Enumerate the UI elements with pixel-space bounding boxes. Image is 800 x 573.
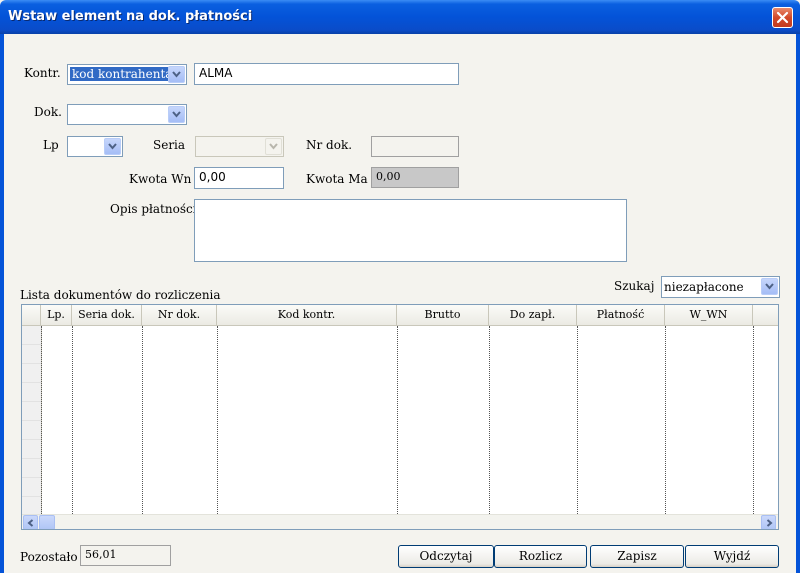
- column-divider: [577, 326, 578, 516]
- chevron-down-icon: [108, 143, 117, 150]
- window-title: Wstaw element na dok. płatności: [8, 9, 253, 24]
- column-header-w[interactable]: W: [753, 305, 778, 326]
- chevron-down-icon: [172, 71, 181, 78]
- seria-select: [195, 136, 284, 157]
- kontr-code-input[interactable]: ALMA: [194, 63, 459, 85]
- close-button[interactable]: [772, 7, 793, 28]
- column-divider: [142, 326, 143, 516]
- column-header-platnosc[interactable]: Płatność: [577, 305, 665, 326]
- rozlicz-button[interactable]: Rozlicz: [494, 545, 587, 568]
- lp-select[interactable]: [67, 136, 123, 157]
- row-indicator-header: [22, 305, 41, 326]
- horizontal-scrollbar[interactable]: [22, 514, 778, 529]
- scroll-left-button[interactable]: [23, 515, 38, 529]
- kontr-type-dropdown-button[interactable]: [168, 66, 185, 83]
- dok-label: Dok.: [34, 105, 62, 119]
- column-header-seria[interactable]: Seria dok.: [72, 305, 142, 326]
- column-divider: [217, 326, 218, 516]
- lp-label: Lp: [43, 138, 59, 152]
- column-divider: [753, 326, 754, 516]
- opis-label: Opis płatności: [110, 202, 197, 216]
- window-frame-left: [0, 34, 4, 573]
- search-label: Szukaj: [614, 279, 655, 293]
- kwota-wn-label: Kwota Wn: [129, 172, 192, 186]
- wyjdz-button[interactable]: Wyjdź: [685, 545, 779, 568]
- row-indicator-column: [22, 326, 42, 516]
- column-header-do-zapl[interactable]: Do zapł.: [489, 305, 577, 326]
- arrow-left-icon: [27, 519, 34, 527]
- seria-label: Seria: [153, 138, 186, 152]
- kwota-ma-label: Kwota Ma: [306, 172, 368, 186]
- column-header-brutto[interactable]: Brutto: [397, 305, 489, 326]
- documents-grid[interactable]: Lp. Seria dok. Nr dok. Kod kontr. Brutto…: [21, 304, 779, 530]
- search-filter-select[interactable]: niezapłacone: [661, 276, 780, 298]
- nrdok-label: Nr dok.: [306, 138, 353, 152]
- seria-dropdown-button: [265, 138, 282, 155]
- column-divider: [665, 326, 666, 516]
- window-frame-right: [796, 34, 800, 573]
- kwota-wn-input[interactable]: 0,00: [194, 167, 284, 189]
- scroll-thumb[interactable]: [39, 515, 55, 529]
- column-divider: [72, 326, 73, 516]
- kwota-ma-field: 0,00: [371, 167, 459, 188]
- kontr-type-select[interactable]: kod kontrahenta: [67, 64, 187, 85]
- column-header-nr-dok[interactable]: Nr dok.: [142, 305, 217, 326]
- search-filter-dropdown-button[interactable]: [761, 278, 778, 295]
- column-header-kod-kontr[interactable]: Kod kontr.: [217, 305, 397, 326]
- chevron-down-icon: [172, 111, 181, 118]
- close-icon: [776, 11, 789, 24]
- column-header-w-wn[interactable]: W_WN: [665, 305, 753, 326]
- lp-dropdown-button[interactable]: [104, 138, 121, 155]
- dok-select[interactable]: [67, 104, 187, 125]
- odczytaj-button[interactable]: Odczytaj: [398, 545, 494, 568]
- opis-textarea[interactable]: [194, 199, 627, 262]
- list-title: Lista dokumentów do rozliczenia: [20, 288, 221, 302]
- kontr-label: Kontr.: [24, 66, 61, 80]
- chevron-down-icon: [765, 283, 774, 290]
- pozostalo-label: Pozostało: [20, 550, 78, 564]
- column-divider: [41, 326, 42, 516]
- scroll-right-button[interactable]: [761, 515, 776, 529]
- chevron-down-icon: [269, 143, 278, 150]
- dok-dropdown-button[interactable]: [168, 106, 185, 123]
- arrow-right-icon: [766, 519, 773, 527]
- column-divider: [489, 326, 490, 516]
- kontr-type-value: kod kontrahenta: [70, 67, 175, 81]
- column-divider: [397, 326, 398, 516]
- zapisz-button[interactable]: Zapisz: [590, 545, 684, 568]
- nrdok-field: [371, 136, 459, 157]
- search-filter-value: niezapłacone: [664, 280, 744, 294]
- column-header-lp[interactable]: Lp.: [41, 305, 72, 326]
- pozostalo-field: 56,01: [80, 545, 171, 566]
- title-bar: Wstaw element na dok. płatności: [0, 0, 800, 34]
